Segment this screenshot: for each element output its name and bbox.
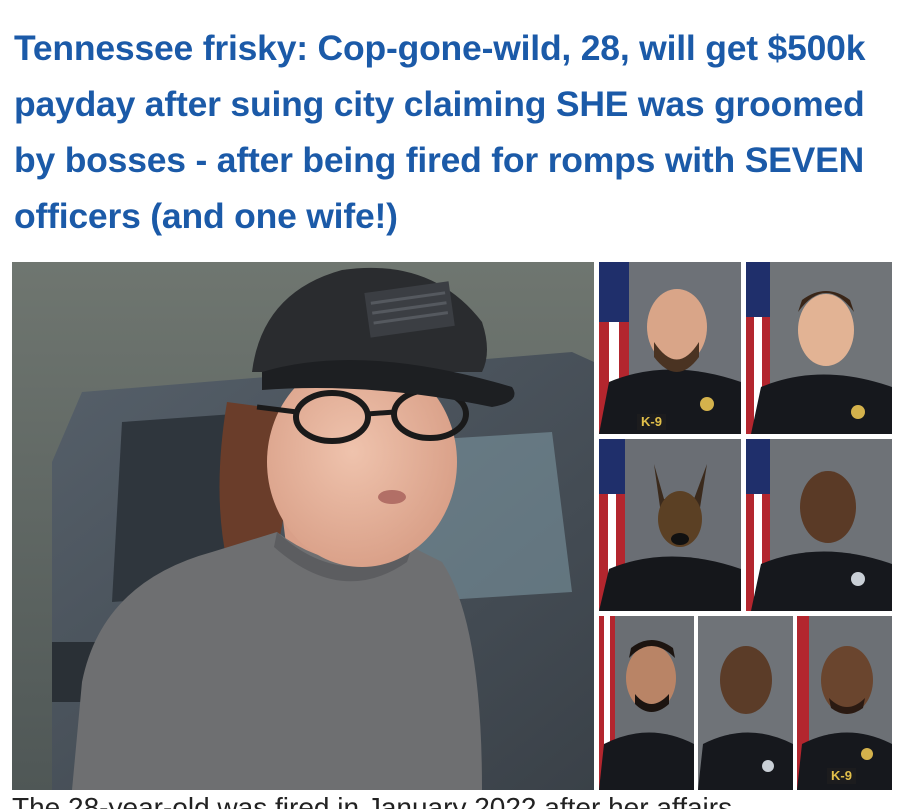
officer-photo-4 (746, 439, 892, 611)
article-caption-partial: The 28-year-old was fired in January 202… (12, 792, 733, 809)
police-dog-photo (599, 439, 741, 611)
officer-photo-6 (698, 616, 793, 790)
officer-photo-5 (599, 616, 694, 790)
k9-badge: K-9 (637, 414, 666, 430)
photo-collage[interactable]: K-9 K-9 (12, 262, 892, 790)
officer-photo-1: K-9 (599, 262, 741, 434)
woman-in-cap-photo (12, 262, 594, 790)
officer-photo-7: K-9 (797, 616, 892, 790)
officer-photo-2 (746, 262, 892, 434)
k9-badge-2: K-9 (827, 768, 856, 784)
main-photo (12, 262, 594, 790)
article-headline[interactable]: Tennessee frisky: Cop-gone-wild, 28, wil… (14, 20, 894, 244)
